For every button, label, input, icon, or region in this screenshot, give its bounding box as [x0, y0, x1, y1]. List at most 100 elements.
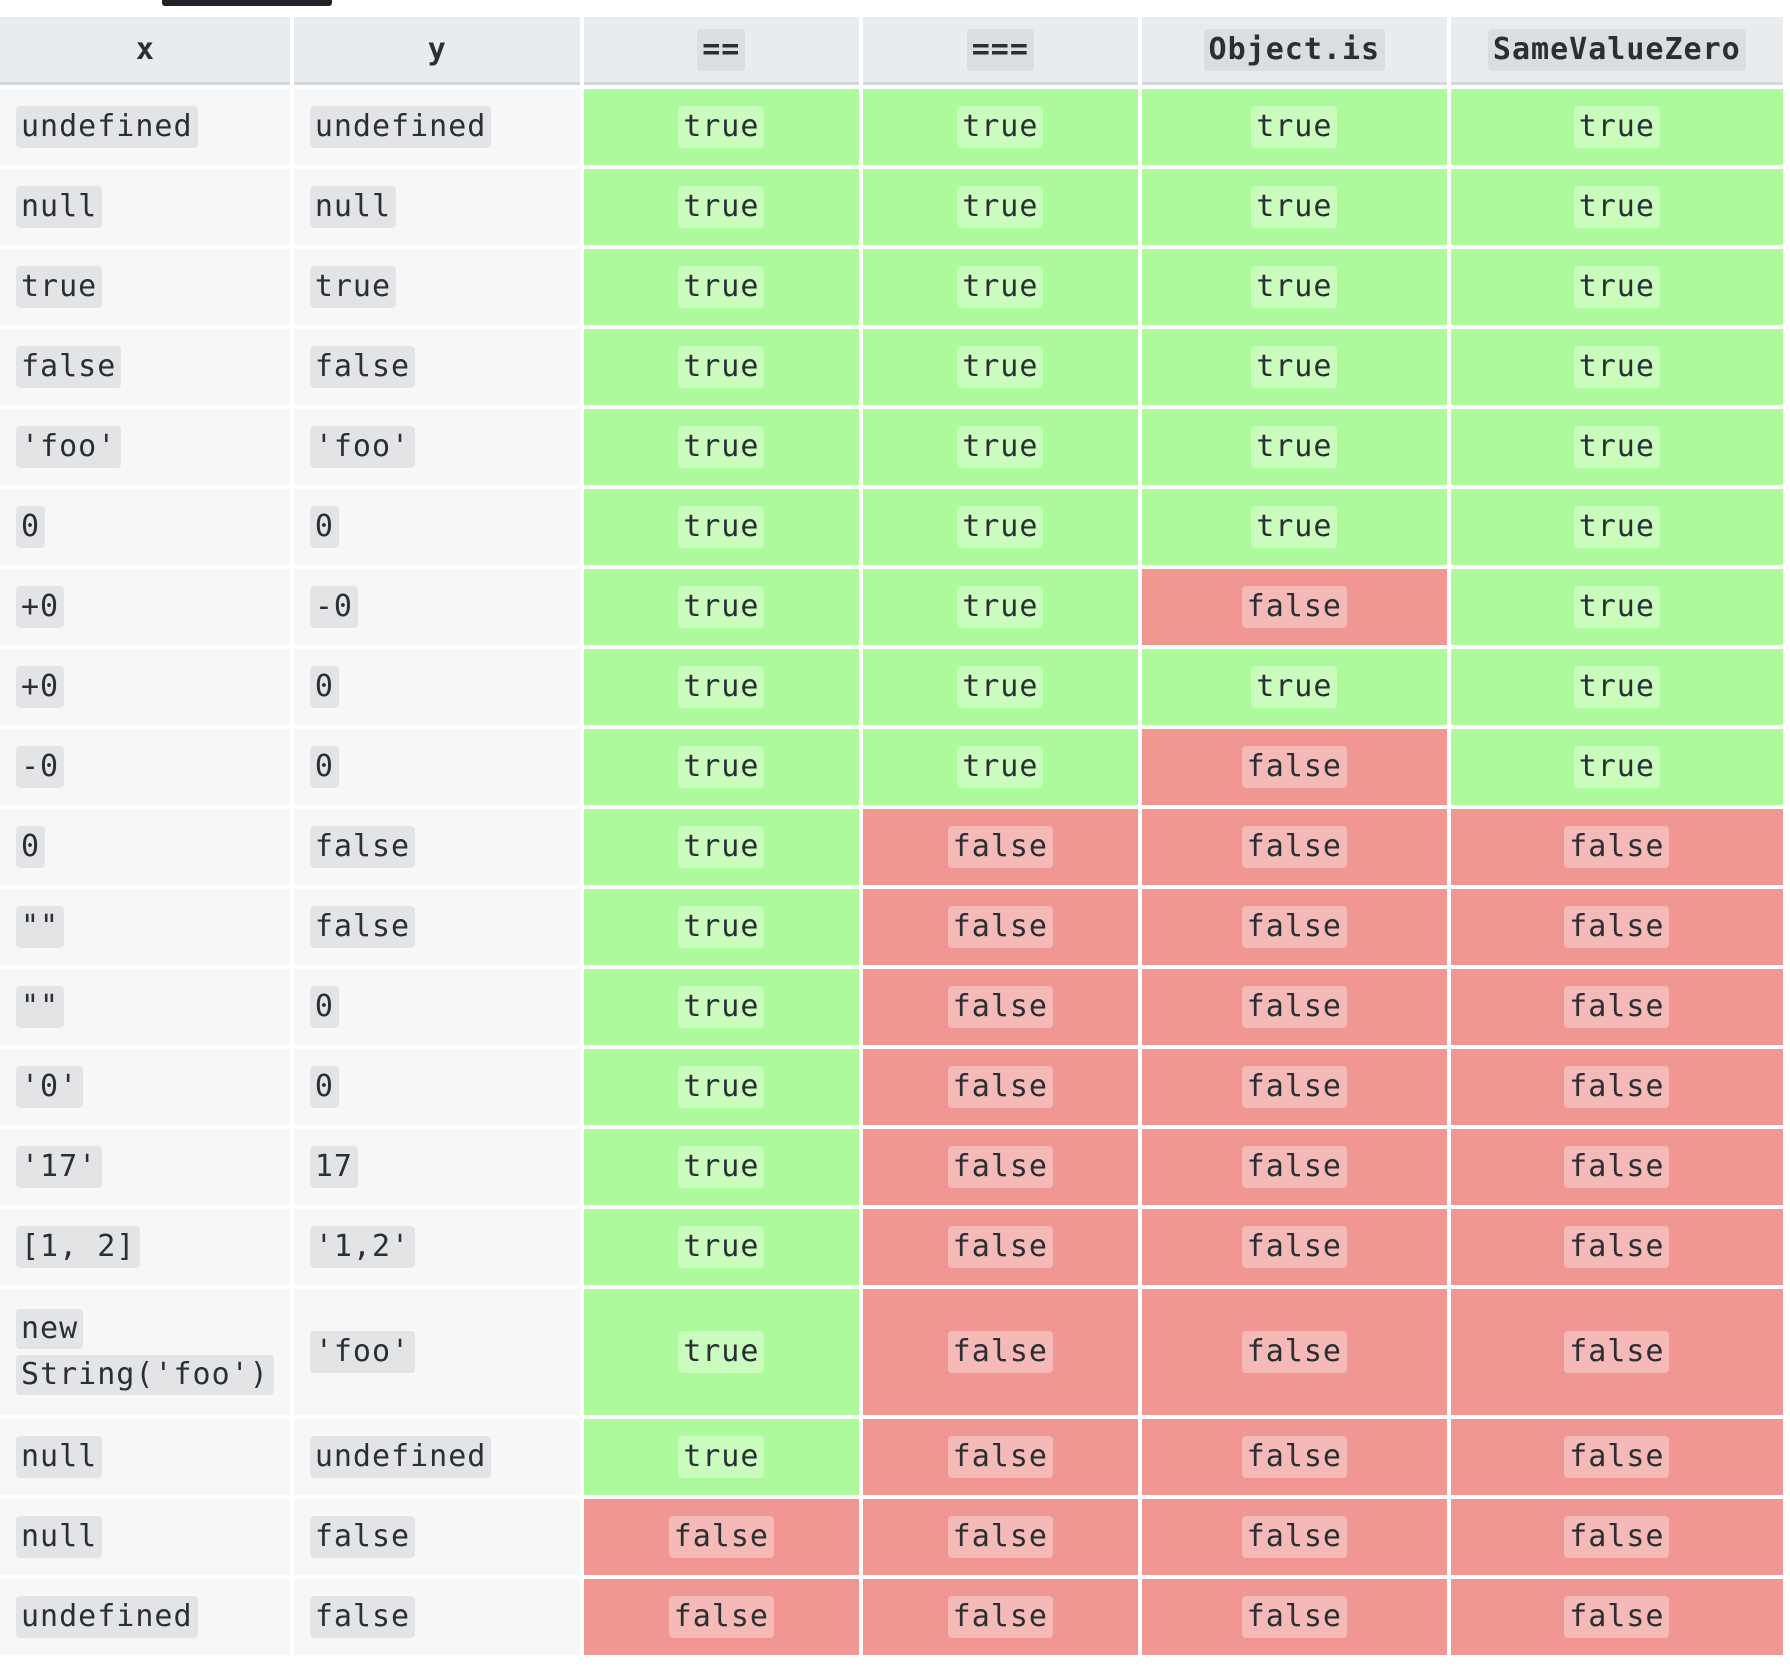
same-value-zero-result: false	[1564, 1516, 1670, 1558]
cell-same-value-zero: false	[1450, 889, 1783, 965]
table-row: true true true true true true	[0, 249, 1783, 325]
cell-y: -0	[293, 569, 580, 645]
x-value: false	[16, 346, 122, 388]
cell-loose-equality: true	[583, 1419, 859, 1495]
loose-equality-result: false	[668, 1516, 774, 1558]
cell-loose-equality: true	[583, 729, 859, 805]
object-is-result: true	[1251, 506, 1338, 548]
same-value-zero-result: true	[1573, 186, 1660, 228]
x-value: true	[16, 266, 103, 308]
loose-equality-result: true	[678, 586, 765, 628]
cell-object-is: true	[1141, 649, 1447, 725]
same-value-zero-result: true	[1573, 426, 1660, 468]
cell-strict-equality: false	[862, 889, 1138, 965]
cell-object-is: false	[1141, 569, 1447, 645]
cell-x: 0	[0, 489, 290, 565]
cell-same-value-zero: true	[1450, 89, 1783, 165]
x-value: 0	[16, 826, 46, 868]
table-row: null false false false false false	[0, 1499, 1783, 1575]
header-x: x	[0, 17, 290, 85]
loose-equality-result: true	[678, 986, 765, 1028]
x-value-line-1: new	[16, 1309, 84, 1349]
loose-equality-result: true	[678, 906, 765, 948]
cell-object-is: true	[1141, 489, 1447, 565]
loose-equality-result: true	[678, 1331, 765, 1373]
x-value: null	[16, 1516, 103, 1558]
cell-x: false	[0, 329, 290, 405]
cell-same-value-zero: true	[1450, 729, 1783, 805]
same-value-zero-result: true	[1573, 746, 1660, 788]
cell-x: '17'	[0, 1129, 290, 1205]
object-is-result: true	[1251, 666, 1338, 708]
cell-y: null	[293, 169, 580, 245]
table-row: +0 -0 true true false true	[0, 569, 1783, 645]
strict-equality-result: false	[947, 1226, 1053, 1268]
cell-object-is: false	[1141, 1049, 1447, 1125]
strict-equality-result: false	[947, 1146, 1053, 1188]
loose-equality-result: true	[678, 1226, 765, 1268]
y-value: false	[309, 346, 416, 388]
cell-loose-equality: false	[583, 1499, 859, 1575]
object-is-result: false	[1241, 1226, 1347, 1268]
y-value: 0	[309, 986, 339, 1028]
cell-x: ""	[0, 969, 290, 1045]
cell-object-is: false	[1141, 1289, 1447, 1415]
header-strict-equality-label: ===	[966, 28, 1034, 71]
strict-equality-result: false	[947, 1066, 1053, 1108]
y-value: false	[309, 1516, 416, 1558]
header-y-label: y	[427, 32, 446, 67]
cell-loose-equality: true	[583, 569, 859, 645]
object-is-result: false	[1241, 1331, 1347, 1373]
same-value-zero-result: true	[1573, 346, 1660, 388]
same-value-zero-result: true	[1573, 266, 1660, 308]
cell-x: null	[0, 169, 290, 245]
same-value-zero-result: false	[1564, 1146, 1670, 1188]
table-row: -0 0 true true false true	[0, 729, 1783, 805]
cell-y: 17	[293, 1129, 580, 1205]
x-value: null	[16, 1436, 103, 1478]
cell-loose-equality: true	[583, 89, 859, 165]
cell-loose-equality: true	[583, 969, 859, 1045]
cell-loose-equality: true	[583, 329, 859, 405]
same-value-zero-result: false	[1564, 1331, 1670, 1373]
y-value: 0	[309, 666, 339, 708]
table-row: +0 0 true true true true	[0, 649, 1783, 725]
cell-x: new String('foo')	[0, 1289, 290, 1415]
cell-loose-equality: true	[583, 649, 859, 725]
cell-strict-equality: false	[862, 1499, 1138, 1575]
cell-loose-equality: true	[583, 1209, 859, 1285]
object-is-result: true	[1251, 266, 1338, 308]
y-value: 0	[309, 746, 339, 788]
cell-y: undefined	[293, 1419, 580, 1495]
strict-equality-result: true	[957, 266, 1044, 308]
object-is-result: false	[1241, 1436, 1347, 1478]
object-is-result: false	[1241, 1146, 1347, 1188]
equality-comparison-table: x y == === Object.is SameValueZero undef…	[0, 13, 1787, 1659]
x-value: undefined	[16, 106, 198, 148]
cell-strict-equality: true	[862, 489, 1138, 565]
x-value: 'foo'	[16, 426, 122, 468]
object-is-result: false	[1241, 1596, 1347, 1638]
table-row: false false true true true true	[0, 329, 1783, 405]
x-value: null	[16, 186, 103, 228]
loose-equality-result: true	[678, 346, 765, 388]
cell-x: +0	[0, 569, 290, 645]
strict-equality-result: false	[947, 986, 1053, 1028]
header-x-label: x	[135, 32, 154, 67]
cell-object-is: false	[1141, 1209, 1447, 1285]
y-value: 'foo'	[309, 426, 416, 468]
cell-x: 0	[0, 809, 290, 885]
strict-equality-result: false	[947, 906, 1053, 948]
loose-equality-result: true	[678, 666, 765, 708]
cell-object-is: false	[1141, 809, 1447, 885]
cell-same-value-zero: false	[1450, 969, 1783, 1045]
cell-x: undefined	[0, 89, 290, 165]
table-row: 0 false true false false false	[0, 809, 1783, 885]
loose-equality-result: true	[678, 1066, 765, 1108]
loose-equality-result: true	[678, 266, 765, 308]
cell-same-value-zero: false	[1450, 1289, 1783, 1415]
y-value: null	[309, 186, 397, 228]
x-value: '17'	[16, 1146, 103, 1188]
cell-x: null	[0, 1419, 290, 1495]
same-value-zero-result: true	[1573, 106, 1660, 148]
